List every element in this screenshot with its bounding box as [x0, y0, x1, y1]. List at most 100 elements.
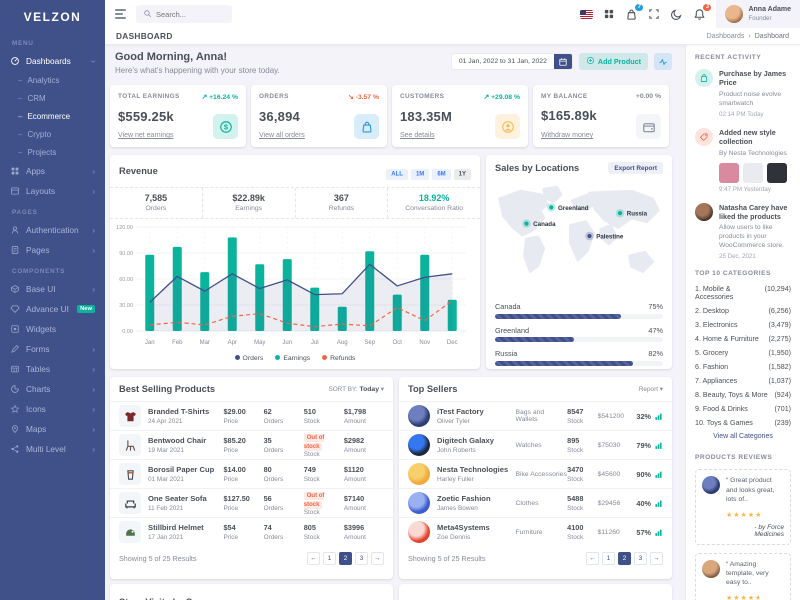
pagination-page-3[interactable]: 3 — [355, 552, 368, 565]
notifications-bell-icon[interactable]: 3 — [693, 8, 706, 21]
breadcrumb-item[interactable]: Dashboards — [707, 33, 745, 40]
category-row[interactable]: 10. Toys & Games(239) — [695, 419, 791, 427]
category-row[interactable]: 6. Fashion(1,582) — [695, 363, 791, 371]
product-image[interactable] — [743, 163, 763, 183]
dash-icon: – — [18, 94, 22, 103]
seller-percent: 57% — [636, 528, 663, 537]
shopping-bag-icon — [354, 114, 379, 139]
export-report-button[interactable]: Export Report — [608, 162, 663, 174]
stat-card-link[interactable]: View net earnings — [118, 132, 174, 139]
cart-icon[interactable]: 7 — [625, 8, 638, 21]
category-row[interactable]: 8. Beauty, Toys & More(924) — [695, 391, 791, 399]
fullscreen-icon[interactable] — [648, 8, 660, 20]
pagination-page-2[interactable]: 2 — [339, 552, 352, 565]
sort-by-control[interactable]: SORT BY: Today ▾ — [328, 385, 384, 393]
sidebar-subitem-crypto[interactable]: –Crypto — [0, 125, 105, 143]
sidebar-item-multi-level[interactable]: Multi Level› — [0, 439, 105, 459]
sidebar-item-icons[interactable]: Icons› — [0, 399, 105, 419]
sidebar-item-maps[interactable]: Maps› — [0, 419, 105, 439]
range-button-6m[interactable]: 6M — [432, 169, 450, 180]
range-button-all[interactable]: ALL — [386, 169, 408, 180]
product-image[interactable] — [767, 163, 787, 183]
dollar-circle-icon: $ — [219, 120, 233, 134]
sidebar-item-layouts[interactable]: Layouts› — [0, 181, 105, 201]
multilevel-icon — [10, 444, 20, 454]
sidebar-item-authentication[interactable]: Authentication› — [0, 220, 105, 240]
reviewer-logo — [702, 560, 720, 578]
pagination-page-1[interactable]: 1 — [323, 552, 336, 565]
range-button-1m[interactable]: 1M — [411, 169, 429, 180]
sidebar-item-tables[interactable]: Tables› — [0, 359, 105, 379]
stat-card-link[interactable]: View all orders — [259, 132, 305, 139]
product-row[interactable]: Borosil Paper Cup01 Mar 2021$14.00Price8… — [110, 459, 393, 488]
apps-grid-icon[interactable] — [603, 8, 615, 20]
view-all-categories-link[interactable]: View all Categories — [695, 433, 791, 440]
category-row[interactable]: 5. Grocery(1,950) — [695, 349, 791, 357]
product-row[interactable]: Stillbird Helmet17 Jan 2021$54Price74Ord… — [110, 517, 393, 546]
pagination-next[interactable]: → — [371, 552, 384, 565]
pagination-prev[interactable]: ← — [307, 552, 320, 565]
pagination-page-3[interactable]: 3 — [634, 552, 647, 565]
range-button-1y[interactable]: 1Y — [454, 169, 471, 180]
locations-title: Sales by Locations — [495, 163, 608, 173]
pagination-page-2[interactable]: 2 — [618, 552, 631, 565]
svg-text:Sep: Sep — [364, 340, 375, 346]
seller-row[interactable]: Zoetic FashionJames BowenClothes5488Stoc… — [399, 488, 672, 517]
add-product-button[interactable]: Add Product — [579, 53, 648, 70]
category-row[interactable]: 1. Mobile & Accessories(10,294) — [695, 285, 791, 301]
stat-card-label: MY BALANCE — [541, 93, 588, 100]
sidebar-subitem-projects[interactable]: –Projects — [0, 143, 105, 161]
svg-text:Jan: Jan — [145, 340, 155, 346]
sidebar-item-widgets[interactable]: Widgets — [0, 319, 105, 339]
sidebar-subitem-analytics[interactable]: –Analytics — [0, 71, 105, 89]
product-image[interactable] — [719, 163, 739, 183]
stat-card-link[interactable]: See details — [400, 132, 435, 139]
seller-row[interactable]: iTest FactoryOliver TylerBags and Wallet… — [399, 401, 672, 430]
date-range-picker[interactable]: 01 Jan, 2022 to 31 Jan, 2022 — [451, 53, 573, 70]
sidebar-item-dashboards[interactable]: Dashboards› — [0, 51, 105, 71]
search-input[interactable] — [156, 10, 226, 19]
category-row[interactable]: 7. Appliances(1,037) — [695, 377, 791, 385]
dark-mode-icon[interactable] — [670, 8, 683, 21]
product-row[interactable]: Bentwood Chair19 Mar 2021$85.20Price35Or… — [110, 430, 393, 459]
seller-row[interactable]: Nesta TechnologiesHarley FullerBike Acce… — [399, 459, 672, 488]
pagination-prev[interactable]: ← — [586, 552, 599, 565]
activity-description: By Nesta Technologies — [719, 149, 791, 158]
menu-toggle-button[interactable] — [115, 9, 126, 19]
sidebar-item-label: Authentication — [26, 225, 79, 235]
sidebar-item-charts[interactable]: Charts› — [0, 379, 105, 399]
language-flag-icon[interactable] — [580, 10, 593, 19]
product-row[interactable]: Branded T-Shirts24 Apr 2021$29.00Price62… — [110, 401, 393, 430]
seller-category: Bike Accessories — [515, 471, 567, 478]
world-map: GreenlandCanadaRussiaPalestine — [486, 181, 672, 300]
sidebar-item-forms[interactable]: Forms› — [0, 339, 105, 359]
sidebar-item-base-ui[interactable]: Base UI› — [0, 279, 105, 299]
pagination-page-1[interactable]: 1 — [602, 552, 615, 565]
category-row[interactable]: 3. Electronics(3,479) — [695, 321, 791, 329]
product-row[interactable]: One Seater Sofa11 Feb 2021$127.50Price56… — [110, 488, 393, 517]
svg-text:Apr: Apr — [228, 340, 237, 346]
category-row[interactable]: 4. Home & Furniture(2,275) — [695, 335, 791, 343]
seller-row[interactable]: Digitech GalaxyJohn RobertsWatches895Sto… — [399, 430, 672, 459]
user-menu[interactable]: Anna Adame Founder — [716, 0, 800, 28]
report-dropdown[interactable]: Report ▾ — [639, 385, 663, 393]
sidebar-subitem-crm[interactable]: –CRM — [0, 89, 105, 107]
sidebar-item-pages[interactable]: Pages› — [0, 240, 105, 260]
svg-text:Feb: Feb — [172, 340, 183, 346]
brand-logo[interactable]: VELZON — [0, 0, 105, 32]
category-row[interactable]: 2. Desktop(6,256) — [695, 307, 791, 315]
breadcrumb-item[interactable]: Dashboard — [755, 33, 789, 40]
activity-shortcut-button[interactable] — [654, 53, 672, 70]
sidebar-item-advance-ui[interactable]: Advance UINew — [0, 299, 105, 319]
calendar-icon[interactable] — [554, 53, 572, 70]
sidebar-item-apps[interactable]: Apps› — [0, 161, 105, 181]
seller-row[interactable]: Meta4SystemsZoe DennisFurniture4100Stock… — [399, 517, 672, 546]
category-row[interactable]: 9. Food & Drinks(701) — [695, 405, 791, 413]
sidebar-subitem-ecommerce[interactable]: –Ecommerce — [0, 107, 105, 125]
stat-card-link[interactable]: Withdraw money — [541, 132, 593, 139]
product-name: Stillbird Helmet — [148, 523, 223, 532]
location-name: Canada — [495, 302, 521, 311]
product-price: $85.20Price — [223, 436, 263, 454]
pagination-next[interactable]: → — [650, 552, 663, 565]
search-box[interactable] — [136, 5, 232, 23]
